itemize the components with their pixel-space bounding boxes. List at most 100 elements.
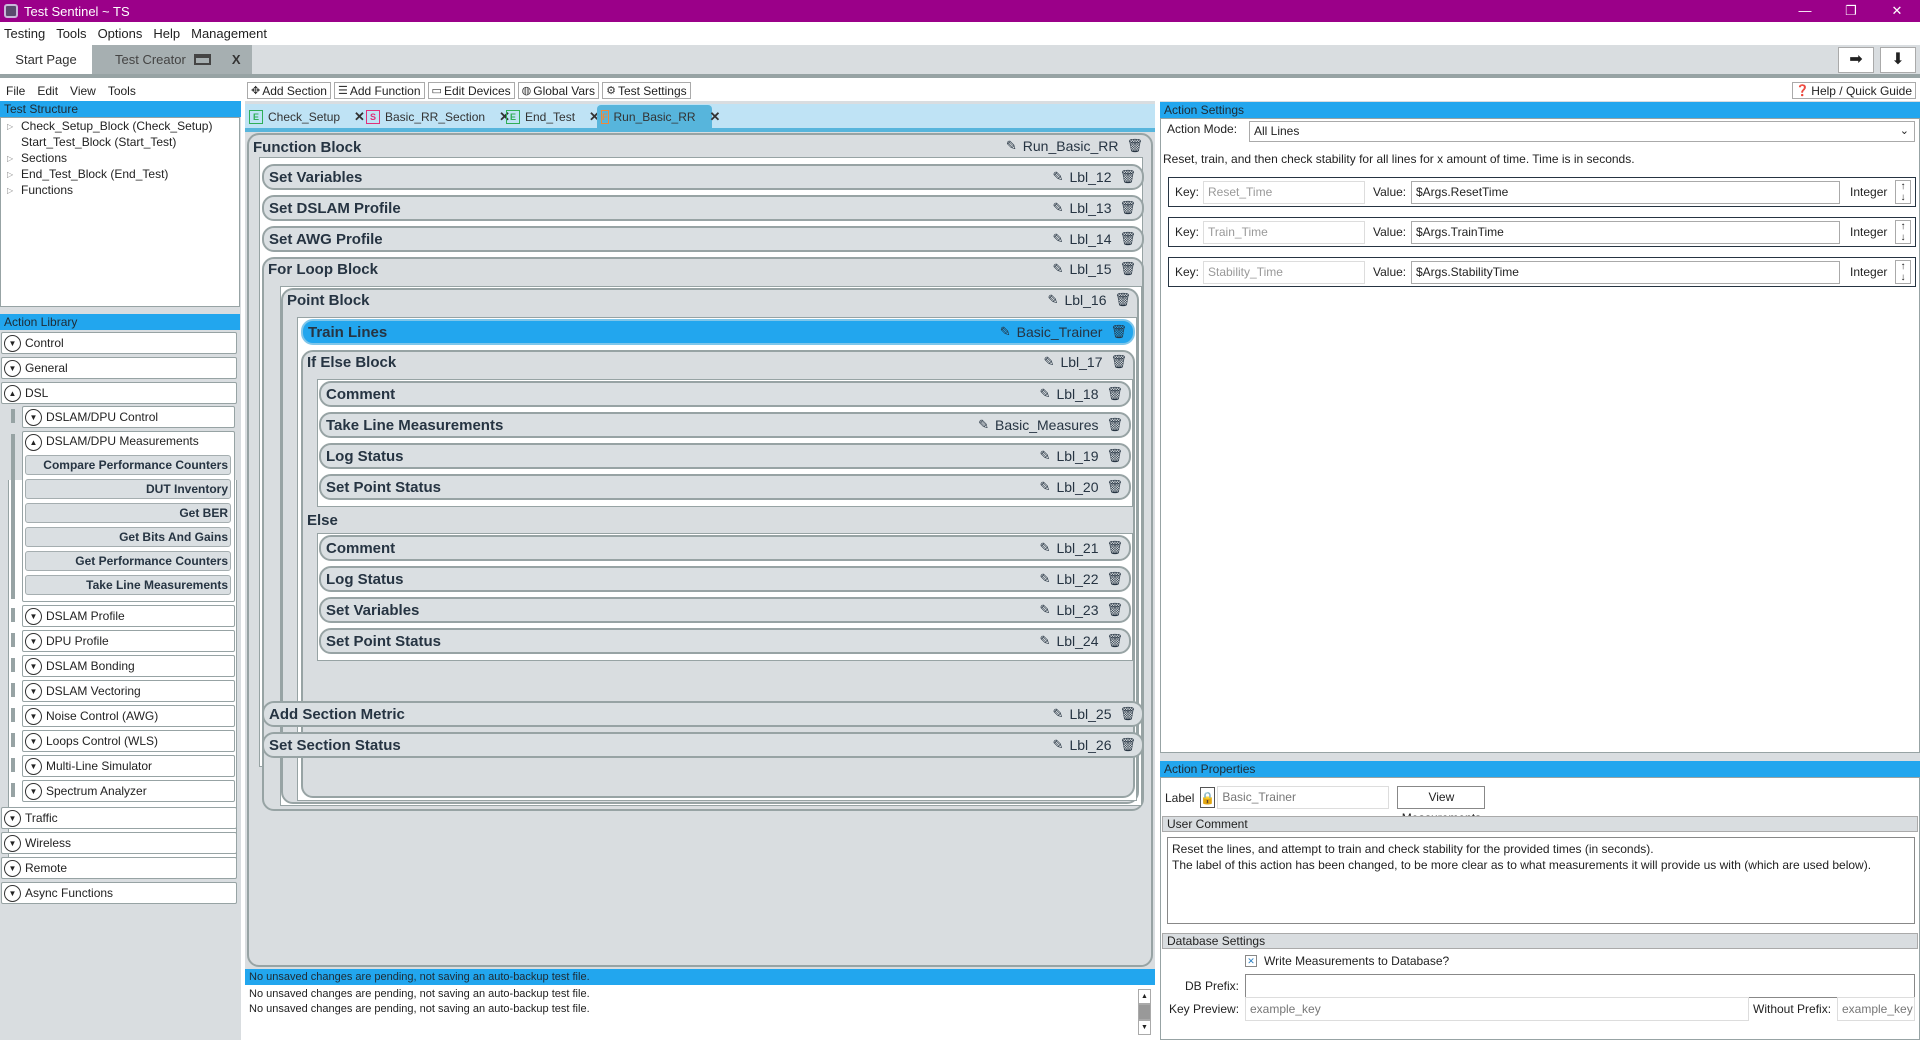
tab-end-test[interactable]: E End_Test ✕ — [506, 105, 600, 129]
subcategory-dslam-dpu-control[interactable]: ▼ DSLAM/DPU Control — [22, 406, 235, 428]
menu-edit[interactable]: Edit — [37, 84, 58, 98]
category-traffic[interactable]: ▼ Traffic — [1, 807, 237, 829]
trash-icon[interactable]: 🗑 — [1119, 261, 1136, 277]
trash-icon[interactable]: 🗑 — [1119, 231, 1136, 247]
trash-icon[interactable]: 🗑 — [1119, 169, 1136, 185]
pencil-icon[interactable]: ✎ — [1053, 231, 1064, 247]
trash-icon[interactable]: 🗑 — [1106, 602, 1123, 618]
help-quick-guide-button[interactable]: ❓ Help / Quick Guide — [1791, 82, 1916, 99]
pencil-icon[interactable]: ✎ — [1053, 169, 1064, 185]
tab-run-basic-rr[interactable]: F Run_Basic_RR ✕ — [597, 105, 720, 129]
view-measurements-button[interactable]: View Measurements — [1397, 786, 1486, 825]
subcategory-noise-control[interactable]: ▼ Noise Control (AWG) — [22, 705, 235, 727]
expand-icon[interactable]: ▷ — [7, 170, 21, 179]
action-get-ber[interactable]: Get BER — [25, 503, 231, 523]
expand-icon[interactable]: ▷ — [7, 186, 21, 195]
menu-file[interactable]: File — [6, 84, 25, 98]
action-row[interactable]: Comment ✎ Lbl_18 🗑 — [319, 381, 1131, 407]
category-control[interactable]: ▼ Control — [1, 332, 237, 354]
tab-test-creator[interactable]: Test Creator X — [92, 45, 252, 74]
menu-help[interactable]: Help — [153, 26, 180, 41]
action-row[interactable]: Set Point Status ✎ Lbl_20 🗑 — [319, 474, 1131, 500]
pencil-icon[interactable]: ✎ — [1048, 292, 1059, 308]
tree-item[interactable]: ▷ Check_Setup_Block (Check_Setup) — [1, 118, 239, 134]
close-tab-icon[interactable]: ✕ — [710, 109, 721, 125]
value-field[interactable]: $Args.StabilityTime — [1411, 260, 1840, 284]
minimize-button[interactable]: — — [1782, 0, 1828, 22]
action-row[interactable]: Log Status ✎ Lbl_19 🗑 — [319, 443, 1131, 469]
menu-tools-sub[interactable]: Tools — [108, 84, 136, 98]
write-db-checkbox[interactable]: ✕ Write Measurements to Database? — [1245, 954, 1449, 968]
action-mode-select[interactable]: All Lines ⌄ — [1249, 121, 1915, 142]
pencil-icon[interactable]: ✎ — [1040, 479, 1051, 495]
pencil-icon[interactable]: ✎ — [1000, 324, 1011, 340]
close-button[interactable]: ✕ — [1874, 0, 1920, 22]
pencil-icon[interactable]: ✎ — [1053, 200, 1064, 216]
subcategory-loops-control[interactable]: ▼ Loops Control (WLS) — [22, 730, 235, 752]
pencil-icon[interactable]: ✎ — [1040, 602, 1051, 618]
subcategory-dslam-profile[interactable]: ▼ DSLAM Profile — [22, 605, 235, 627]
trash-icon[interactable]: 🗑 — [1110, 354, 1127, 370]
pencil-icon[interactable]: ✎ — [978, 417, 989, 433]
scroll-down-icon[interactable]: ▼ — [1138, 1020, 1151, 1035]
action-get-bits-and-gains[interactable]: Get Bits And Gains — [25, 527, 231, 547]
action-get-performance-counters[interactable]: Get Performance Counters — [25, 551, 231, 571]
tab-check-setup[interactable]: E Check_Setup ✕ — [249, 105, 365, 129]
next-arrow-button[interactable]: ➡ — [1838, 47, 1874, 73]
pencil-icon[interactable]: ✎ — [1040, 448, 1051, 464]
action-row[interactable]: Comment ✎ Lbl_21 🗑 — [319, 535, 1131, 561]
value-field[interactable]: $Args.ResetTime — [1411, 180, 1840, 204]
close-tab-button[interactable]: X — [232, 52, 241, 67]
checkbox-checked-icon[interactable]: ✕ — [1245, 955, 1257, 967]
pencil-icon[interactable]: ✎ — [1006, 138, 1017, 154]
expand-icon[interactable]: ▷ — [7, 122, 21, 131]
category-async-functions[interactable]: ▼ Async Functions — [1, 882, 237, 904]
trash-icon[interactable]: 🗑 — [1106, 417, 1123, 433]
pencil-icon[interactable]: ✎ — [1053, 737, 1064, 753]
reorder-arrows-icon[interactable]: ↑ ↓ — [1895, 180, 1911, 204]
trash-icon[interactable]: 🗑 — [1106, 448, 1123, 464]
trash-icon[interactable]: 🗑 — [1126, 138, 1143, 154]
action-take-line-measurements[interactable]: Take Line Measurements — [25, 575, 231, 595]
add-section-button[interactable]: ✥ Add Section — [247, 82, 331, 99]
trash-icon[interactable]: 🗑 — [1119, 200, 1136, 216]
trash-icon[interactable]: 🗑 — [1106, 386, 1123, 402]
menu-options[interactable]: Options — [98, 26, 143, 41]
pencil-icon[interactable]: ✎ — [1053, 706, 1064, 722]
action-row[interactable]: Add Section Metric ✎ Lbl_25 🗑 — [262, 701, 1144, 727]
subcategory-multi-line-simulator[interactable]: ▼ Multi-Line Simulator — [22, 755, 235, 777]
test-settings-button[interactable]: ⚙ Test Settings — [602, 82, 691, 99]
add-function-button[interactable]: ☰ Add Function — [333, 82, 425, 99]
restore-button[interactable]: ❐ — [1828, 0, 1874, 22]
log-scrollbar[interactable]: ▲ ▼ — [1138, 989, 1151, 1037]
menu-management[interactable]: Management — [191, 26, 267, 41]
category-remote[interactable]: ▼ Remote — [1, 857, 237, 879]
edit-devices-button[interactable]: ▭ Edit Devices — [427, 82, 515, 99]
db-prefix-input[interactable] — [1245, 974, 1915, 998]
action-row[interactable]: Set AWG Profile ✎ Lbl_14 🗑 — [262, 226, 1144, 252]
scroll-up-icon[interactable]: ▲ — [1138, 989, 1151, 1004]
reorder-arrows-icon[interactable]: ↑ ↓ — [1895, 260, 1911, 284]
pencil-icon[interactable]: ✎ — [1040, 540, 1051, 556]
subcategory-dslam-bonding[interactable]: ▼ DSLAM Bonding — [22, 655, 235, 677]
close-tab-icon[interactable]: ✕ — [354, 109, 365, 125]
tab-start-page[interactable]: Start Page — [0, 45, 92, 74]
subcategory-spectrum-analyzer[interactable]: ▼ Spectrum Analyzer — [22, 780, 235, 802]
label-field[interactable]: Basic_Trainer — [1217, 786, 1390, 809]
trash-icon[interactable]: 🗑 — [1114, 292, 1131, 308]
action-row[interactable]: Set Section Status ✎ Lbl_26 🗑 — [262, 732, 1144, 758]
menu-testing[interactable]: Testing — [4, 26, 45, 41]
category-general[interactable]: ▼ General — [1, 357, 237, 379]
down-arrow-button[interactable]: ⬇ — [1880, 47, 1916, 73]
trash-icon[interactable]: 🗑 — [1110, 324, 1127, 340]
user-comment-field[interactable]: Reset the lines, and attempt to train an… — [1167, 837, 1915, 924]
action-row[interactable]: Set Variables ✎ Lbl_12 🗑 — [262, 164, 1144, 190]
subcategory-dpu-profile[interactable]: ▼ DPU Profile — [22, 630, 235, 652]
pencil-icon[interactable]: ✎ — [1040, 571, 1051, 587]
action-row-selected[interactable]: Train Lines ✎ Basic_Trainer 🗑 — [301, 319, 1135, 345]
pencil-icon[interactable]: ✎ — [1040, 633, 1051, 649]
pencil-icon[interactable]: ✎ — [1040, 386, 1051, 402]
tree-item[interactable]: ▷ Sections — [1, 150, 239, 166]
scroll-thumb[interactable] — [1138, 1004, 1151, 1020]
tree-item[interactable]: ▷ Functions — [1, 182, 239, 198]
